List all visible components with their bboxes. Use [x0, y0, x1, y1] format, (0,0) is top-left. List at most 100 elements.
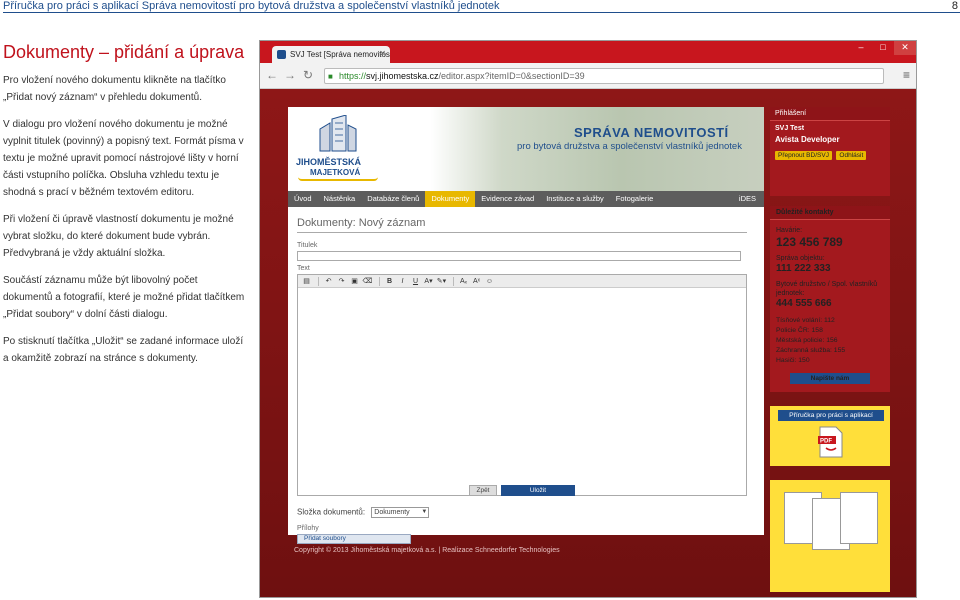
forward-arrow-icon[interactable]: → [284, 68, 296, 82]
nav-item-uvod[interactable]: Úvod [288, 191, 318, 207]
editor-toolbar: ▤ ↶ ↷ ▣ ⌫ B I U A▾ ✎▾ Aₓ Aˣ ☺ [298, 275, 746, 288]
nav-item-fotogalerie[interactable]: Fotogalerie [610, 191, 660, 207]
italic-icon[interactable]: I [397, 278, 408, 285]
underline-icon[interactable]: U [410, 278, 421, 285]
window-controls: – □ ✕ [850, 41, 916, 55]
browser-tab-title: SVJ Test [Správa nemovitostí [290, 50, 390, 59]
havarie-label: Havárie: [776, 227, 803, 234]
building-logo-icon [319, 115, 357, 152]
redo-icon[interactable]: ↷ [336, 277, 347, 285]
page-number: 8 [951, 0, 958, 12]
undo-icon[interactable]: ↶ [323, 277, 334, 285]
list-item: Tísňové volání: 112 [776, 317, 835, 324]
nav-item-evidence[interactable]: Evidence závad [475, 191, 540, 207]
contacts-box: Důležité kontakty Havárie: 123 456 789 S… [770, 206, 890, 392]
svg-text:PDF: PDF [820, 439, 832, 445]
havarie-number: 123 456 789 [776, 235, 843, 249]
eraser-icon[interactable]: ⌫ [362, 277, 373, 285]
folder-label: Složka dokumentů: [297, 507, 366, 517]
newsletter-box[interactable] [770, 480, 890, 592]
site-nav: Úvod Nástěnka Databáze členů Dokumenty E… [288, 191, 764, 207]
address-bar[interactable]: ■ https://svj.jihomestska.cz/editor.aspx… [324, 68, 884, 84]
newsletter-page-icon [840, 492, 878, 544]
list-item: Záchranná služba: 155 [776, 347, 846, 354]
title-input[interactable] [297, 251, 741, 261]
paste-icon[interactable]: ▤ [301, 277, 312, 285]
login-heading: Přihlášení [770, 107, 890, 121]
folder-select-value: Dokumenty [374, 509, 410, 516]
minimize-icon[interactable]: – [850, 41, 872, 55]
site-logo[interactable]: JIHOMĚSTSKÁ MAJETKOVÁ [296, 115, 378, 181]
section-title: Dokumenty – přidání a úprava [3, 42, 245, 62]
write-us-button[interactable]: Napište nám [790, 373, 870, 384]
url-scheme: https:// [339, 71, 367, 81]
browser-toolbar: ← → ↻ ■ https://svj.jihomestska.cz/edito… [260, 63, 916, 89]
nav-item-dokumenty[interactable]: Dokumenty [425, 191, 476, 207]
sprava-label: Správa objektu: [776, 255, 825, 262]
highlight-icon[interactable]: ✎▾ [436, 277, 447, 285]
toolbar-separator [318, 276, 319, 286]
logo-swoosh [298, 177, 378, 181]
attachments-label: Přílohy [297, 525, 319, 532]
bd-number: 444 555 666 [776, 298, 832, 309]
emoticon-icon[interactable]: ☺ [484, 278, 495, 285]
login-panel: SVJ Test Avista Developer Přepnout BD/SV… [770, 121, 890, 196]
manual-title[interactable]: Příručka pro práci s aplikací [778, 410, 884, 421]
favicon-icon [277, 50, 286, 59]
back-arrow-icon[interactable]: ← [266, 68, 278, 82]
paragraph: Po stisknutí tlačítka „Uložit“ se zadané… [3, 336, 244, 364]
contacts-heading: Důležité kontakty [770, 206, 890, 220]
sidebar: Přihlášení SVJ Test Avista Developer Pře… [770, 107, 890, 592]
browser-titlebar: SVJ Test [Správa nemovitostí ✕ – □ ✕ [260, 41, 916, 63]
list-item: Městská policie: 156 [776, 337, 838, 344]
maximize-icon[interactable]: □ [872, 41, 894, 55]
document-header-title: Příručka pro práci s aplikací Správa nem… [3, 0, 500, 12]
sprava-number: 111 222 333 [776, 263, 831, 274]
url-path: /editor.aspx?itemID=0&sectionID=39 [438, 71, 585, 81]
emergency-list: Tísňové volání: 112 Policie ČR: 158 Měst… [776, 316, 884, 366]
paragraph: Pro vložení nového dokumentu klikněte na… [3, 75, 226, 103]
site-subheading: pro bytová družstva a společenství vlast… [517, 141, 742, 152]
svj-name: SVJ Test [775, 125, 805, 132]
paragraph: V dialogu pro vložení nového dokumentu j… [3, 119, 244, 198]
nav-item-databaze[interactable]: Databáze členů [361, 191, 425, 207]
tab-close-icon[interactable]: ✕ [379, 49, 386, 58]
back-button[interactable]: Zpět [469, 485, 497, 496]
paragraph: Při vložení či úpravě vlastností dokumen… [3, 214, 234, 259]
nav-item-ides[interactable]: iDES [733, 191, 764, 207]
browser-menu-icon[interactable]: ≡ [903, 68, 910, 82]
save-button[interactable]: Uložit [501, 485, 575, 496]
logo-text-line2: MAJETKOVÁ [310, 168, 361, 177]
browser-tab[interactable]: SVJ Test [Správa nemovitostí ✕ [272, 46, 390, 63]
reload-icon[interactable]: ↻ [303, 68, 313, 82]
font-color-icon[interactable]: A▾ [423, 277, 434, 285]
manual-box[interactable]: Příručka pro práci s aplikací PDF [770, 406, 890, 466]
list-item: Hasiči: 150 [776, 357, 810, 364]
folder-row: Složka dokumentů: Dokumenty ▼ [297, 507, 430, 518]
subscript-icon[interactable]: Aₓ [458, 278, 469, 285]
pdf-icon[interactable]: PDF [818, 426, 844, 458]
bd-label: Bytové družstvo / Spol. vlastníků jednot… [776, 281, 878, 297]
image-icon[interactable]: ▣ [349, 277, 360, 285]
site-footer: Copyright © 2013 Jihoměstská majetková a… [294, 547, 560, 554]
form-divider [297, 232, 747, 233]
toolbar-separator [453, 276, 454, 286]
paragraph: Součástí záznamu může být libovolný poče… [3, 275, 245, 320]
logout-button[interactable]: Odhlásit [836, 151, 867, 160]
add-files-button[interactable]: Přidat soubory [297, 534, 411, 544]
switch-button[interactable]: Přepnout BD/SVJ [775, 151, 832, 160]
bold-icon[interactable]: B [384, 278, 395, 285]
lock-icon: ■ [328, 72, 333, 81]
document-header: Příručka pro práci s aplikací Správa nem… [3, 0, 960, 13]
folder-select[interactable]: Dokumenty ▼ [371, 507, 430, 518]
attachments-area: Přidat soubory [297, 534, 411, 544]
nav-item-instituce[interactable]: Instituce a služby [540, 191, 610, 207]
rich-text-editor[interactable]: ▤ ↶ ↷ ▣ ⌫ B I U A▾ ✎▾ Aₓ Aˣ ☺ [297, 274, 747, 496]
nav-item-nastenka[interactable]: Nástěnka [318, 191, 362, 207]
window-close-icon[interactable]: ✕ [894, 41, 916, 55]
text-label: Text [297, 265, 310, 272]
superscript-icon[interactable]: Aˣ [471, 278, 482, 285]
logo-text-line1: JIHOMĚSTSKÁ [296, 157, 362, 167]
toolbar-separator [379, 276, 380, 286]
browser-viewport: JIHOMĚSTSKÁ MAJETKOVÁ SPRÁVA NEMOVITOSTÍ… [260, 89, 916, 597]
